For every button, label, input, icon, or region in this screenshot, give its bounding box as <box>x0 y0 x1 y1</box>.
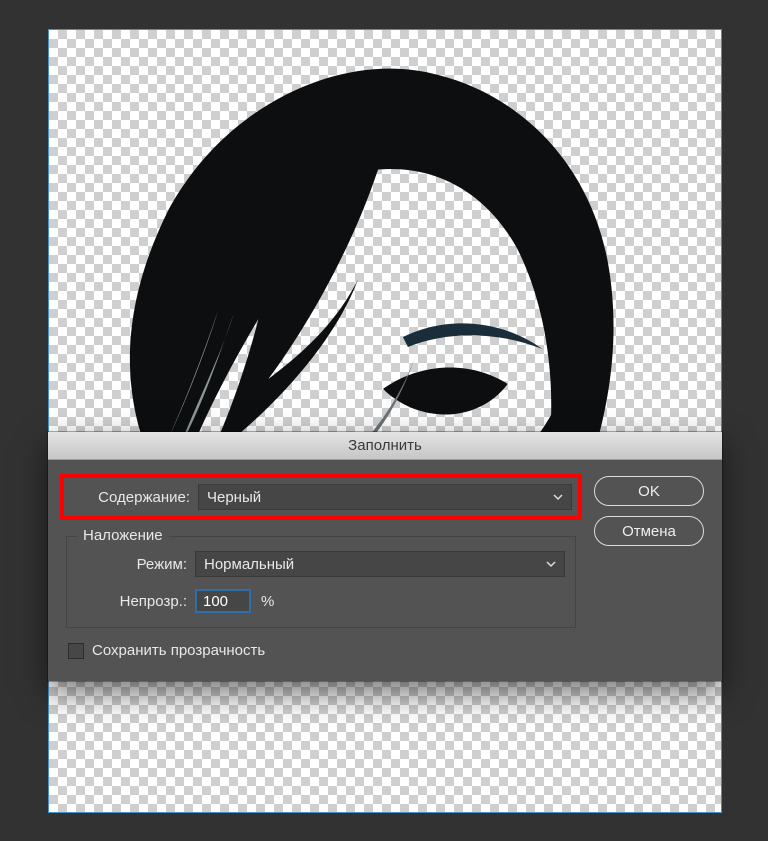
ok-button-label: OK <box>638 483 660 500</box>
fill-dialog: Заполнить Содержание: Черный Наложение Р… <box>48 432 722 681</box>
content-row-highlight: Содержание: Черный <box>60 474 582 520</box>
dialog-titlebar[interactable]: Заполнить <box>48 432 722 460</box>
mode-dropdown-value: Нормальный <box>204 556 294 573</box>
chevron-down-icon <box>546 559 556 569</box>
blending-group-title: Наложение <box>77 527 169 544</box>
layer-content <box>49 30 721 812</box>
opacity-unit: % <box>261 593 274 610</box>
chevron-down-icon <box>553 492 563 502</box>
preserve-transparency-label: Сохранить прозрачность <box>92 642 265 659</box>
dialog-title: Заполнить <box>348 437 422 454</box>
content-label: Содержание: <box>70 489 198 506</box>
cancel-button[interactable]: Отмена <box>594 516 704 546</box>
content-dropdown[interactable]: Черный <box>198 484 572 510</box>
cancel-button-label: Отмена <box>622 523 676 540</box>
blending-group: Наложение Режим: Нормальный Непрозр.: % <box>66 536 576 628</box>
mode-dropdown[interactable]: Нормальный <box>195 551 565 577</box>
mode-label: Режим: <box>77 556 195 573</box>
opacity-label: Непрозр.: <box>77 593 195 610</box>
preserve-transparency-checkbox[interactable] <box>68 643 84 659</box>
opacity-input[interactable] <box>195 589 251 613</box>
document-canvas[interactable] <box>48 29 722 813</box>
content-dropdown-value: Черный <box>207 489 261 506</box>
ok-button[interactable]: OK <box>594 476 704 506</box>
